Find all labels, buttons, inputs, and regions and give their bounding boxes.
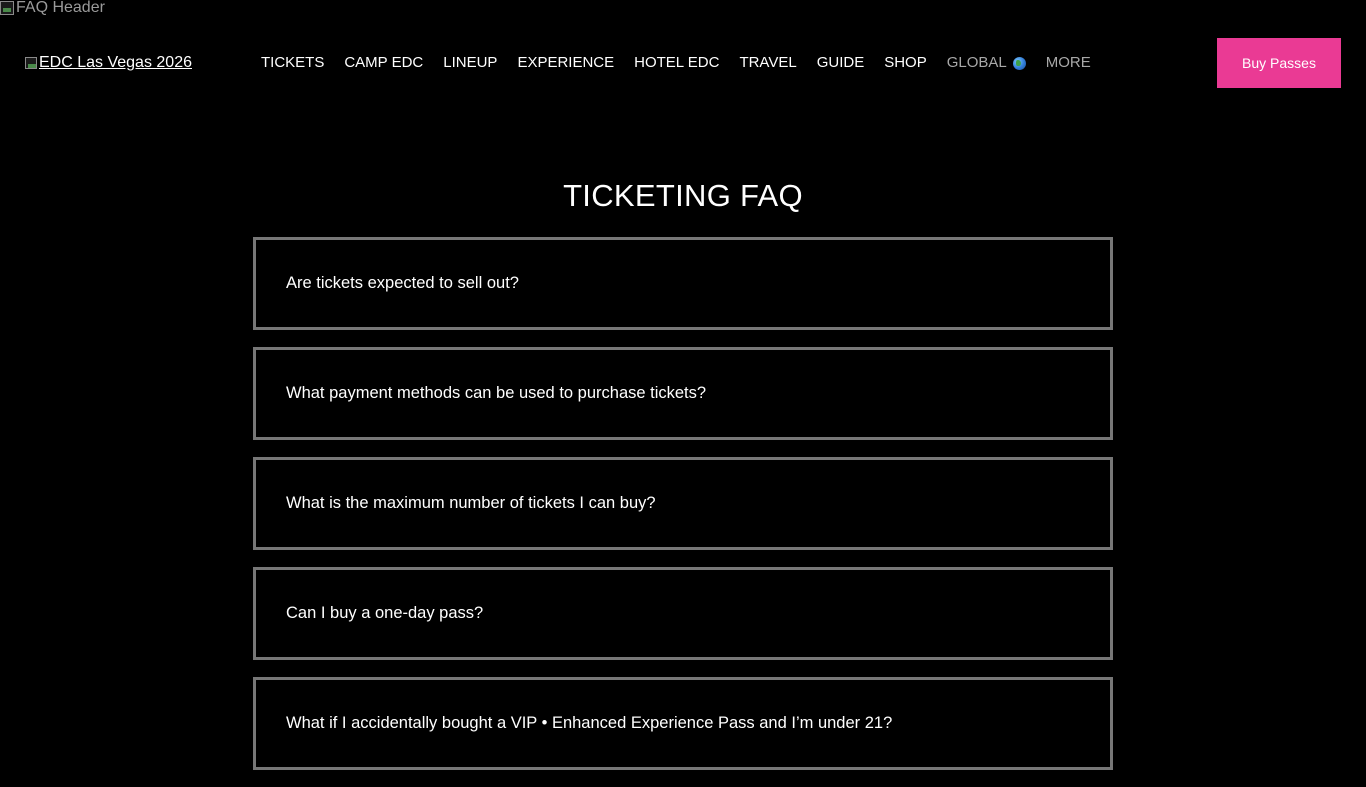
faq-question: What if I accidentally bought a VIP • En… bbox=[286, 714, 893, 732]
nav-item-tickets[interactable]: TICKETS bbox=[251, 51, 334, 75]
faq-item[interactable]: What is the maximum number of tickets I … bbox=[253, 457, 1113, 550]
faq-header-alt-text: FAQ Header bbox=[16, 0, 105, 16]
broken-image-icon bbox=[0, 1, 14, 15]
site-logo-link[interactable]: EDC Las Vegas 2026 bbox=[25, 54, 192, 72]
faq-item[interactable]: What payment methods can be used to purc… bbox=[253, 347, 1113, 440]
globe-icon bbox=[1012, 56, 1026, 70]
logo-alt-text: EDC Las Vegas 2026 bbox=[39, 54, 192, 71]
nav-item-lineup[interactable]: LINEUP bbox=[433, 51, 507, 75]
faq-item[interactable]: What if I accidentally bought a VIP • En… bbox=[253, 677, 1113, 770]
nav-item-camp-edc[interactable]: CAMP EDC bbox=[334, 51, 433, 75]
nav-item-guide[interactable]: GUIDE bbox=[807, 51, 875, 75]
faq-item[interactable]: Can I buy a one-day pass? bbox=[253, 567, 1113, 660]
main-nav: TICKETS CAMP EDC LINEUP EXPERIENCE HOTEL… bbox=[251, 51, 1101, 75]
buy-passes-button[interactable]: Buy Passes bbox=[1217, 38, 1341, 88]
nav-item-experience[interactable]: EXPERIENCE bbox=[507, 51, 624, 75]
faq-item[interactable]: Are tickets expected to sell out? bbox=[253, 237, 1113, 330]
nav-item-global-label: GLOBAL bbox=[946, 54, 1007, 71]
faq-question: What payment methods can be used to purc… bbox=[286, 384, 707, 402]
page-title: TICKETING FAQ bbox=[563, 178, 803, 213]
nav-item-more[interactable]: MORE bbox=[1036, 51, 1101, 75]
faq-question: Are tickets expected to sell out? bbox=[286, 274, 519, 292]
faq-list: Are tickets expected to sell out? What p… bbox=[253, 237, 1113, 787]
nav-item-travel[interactable]: TRAVEL bbox=[729, 51, 806, 75]
faq-question: What is the maximum number of tickets I … bbox=[286, 494, 656, 512]
faq-question: Can I buy a one-day pass? bbox=[286, 604, 484, 622]
faq-header-image: FAQ Header bbox=[0, 0, 105, 16]
nav-item-shop[interactable]: SHOP bbox=[874, 51, 937, 75]
broken-image-icon bbox=[25, 57, 37, 69]
nav-item-hotel-edc[interactable]: HOTEL EDC bbox=[624, 51, 729, 75]
nav-item-global[interactable]: GLOBAL bbox=[937, 51, 1036, 75]
